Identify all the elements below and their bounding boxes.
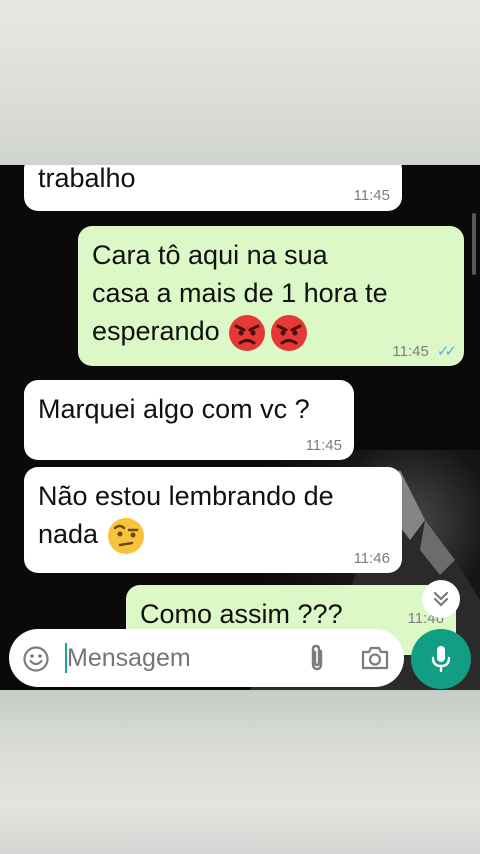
face-with-raised-eyebrow-icon [106, 516, 146, 556]
emoji-icon [23, 646, 49, 672]
message-text-line: Cara tô aqui na sua [92, 240, 328, 270]
blurred-background-top [0, 0, 480, 165]
message-time: 11:45 [305, 437, 342, 454]
message-bubble-incoming[interactable]: trabalho 11:45 [24, 165, 402, 211]
emoji-button[interactable] [21, 644, 51, 674]
chat-area: trabalho 11:45 Cara tô aqui na sua casa … [0, 165, 480, 690]
attach-button[interactable] [302, 643, 332, 673]
blurred-background-bottom [0, 690, 480, 854]
message-text: Como assim ??? [140, 599, 343, 629]
message-time: 11:45 [353, 187, 390, 204]
read-ticks-icon: ✓✓ [436, 343, 457, 360]
camera-icon [361, 646, 389, 670]
voice-message-button[interactable] [411, 629, 471, 689]
message-bubble-incoming[interactable]: Marquei algo com vc ? 11:45 [24, 380, 354, 460]
message-text: trabalho [38, 165, 136, 193]
message-text: Marquei algo com vc ? [38, 394, 310, 424]
scrollbar-thumb[interactable] [472, 213, 476, 275]
message-bubble-incoming[interactable]: Não estou lembrando de nada 11:46 [24, 467, 402, 573]
message-time: 11:45 [392, 343, 429, 360]
message-bubble-outgoing[interactable]: Cara tô aqui na sua casa a mais de 1 hor… [78, 226, 464, 366]
microphone-icon [431, 646, 451, 673]
message-text-line: nada [38, 519, 99, 549]
camera-button[interactable] [359, 643, 391, 673]
message-input[interactable] [67, 639, 287, 677]
message-composer[interactable] [9, 629, 404, 687]
angry-face-icon [227, 313, 309, 353]
message-time: 11:46 [353, 550, 390, 567]
message-text-line: casa a mais de 1 hora te [92, 278, 388, 308]
scroll-down-icon [433, 591, 449, 607]
scroll-down-button[interactable] [422, 580, 460, 618]
message-text-line: Não estou lembrando de [38, 481, 334, 511]
attach-icon [311, 644, 323, 671]
message-text-line: esperando [92, 316, 220, 346]
